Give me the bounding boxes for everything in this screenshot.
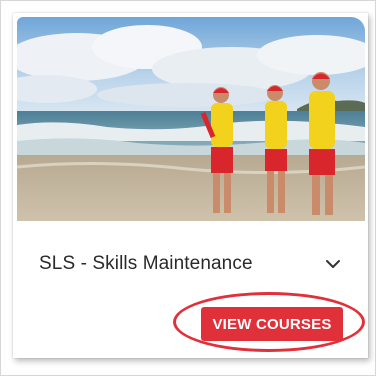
- course-title: SLS - Skills Maintenance: [39, 253, 253, 274]
- chevron-down-icon: [326, 260, 340, 268]
- course-image[interactable]: [17, 17, 365, 221]
- card-title-row: SLS - Skills Maintenance: [39, 249, 344, 279]
- page-frame: SLS - Skills Maintenance VIEW COURSES: [0, 0, 376, 376]
- beach-photo: [17, 17, 365, 221]
- view-courses-area: VIEW COURSES: [173, 292, 369, 358]
- expand-toggle[interactable]: [322, 253, 344, 275]
- view-courses-button[interactable]: VIEW COURSES: [201, 307, 343, 341]
